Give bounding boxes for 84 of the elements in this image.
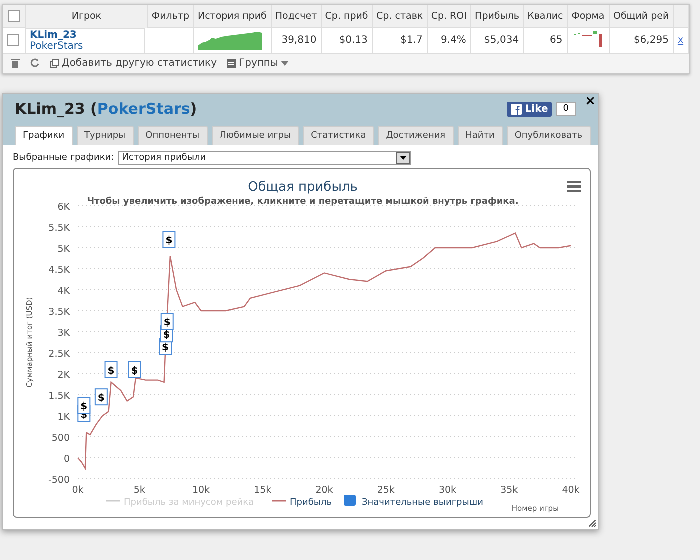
y-tick-label: 4K bbox=[58, 286, 70, 297]
legend-item[interactable]: Значительные выигрыши bbox=[344, 495, 484, 508]
legend-item[interactable]: Прибыль bbox=[272, 498, 332, 508]
chart-select-label: Выбранные графики: bbox=[13, 153, 114, 163]
column-header[interactable]: Ср. ROI bbox=[427, 5, 471, 28]
big-win-flag[interactable]: $ bbox=[104, 361, 118, 378]
annotation: $ bbox=[98, 393, 105, 404]
sparkline-drawing bbox=[198, 30, 262, 50]
legend-label: Прибыль bbox=[290, 498, 332, 508]
groups-button[interactable]: Группы bbox=[227, 58, 290, 68]
big-win-flag[interactable]: $ bbox=[160, 313, 174, 330]
big-win-flag[interactable]: $ bbox=[78, 397, 91, 414]
x-tick-label: 40k bbox=[562, 485, 580, 496]
annotation: $ bbox=[162, 342, 170, 354]
add-stat-button[interactable]: Добавить другую статистику bbox=[50, 58, 218, 68]
annotation: $ bbox=[164, 318, 171, 328]
x-tick-label: 5k bbox=[134, 485, 146, 496]
like-button[interactable]: Like bbox=[507, 102, 552, 116]
tab[interactable]: Опубликовать bbox=[506, 126, 591, 145]
column-header[interactable]: Общий рей bbox=[609, 5, 674, 28]
column-header[interactable]: Ср. приб bbox=[321, 5, 372, 28]
column-header[interactable]: Форма bbox=[567, 5, 610, 28]
column-header[interactable]: Подсчет bbox=[271, 5, 322, 28]
x-tick-label: 0k bbox=[72, 485, 84, 496]
tab[interactable]: Найти bbox=[458, 126, 503, 145]
y-tick-label: 500 bbox=[52, 433, 70, 444]
list-icon bbox=[227, 58, 236, 68]
column-header[interactable]: История приб bbox=[194, 5, 272, 28]
chart-title: Общая прибыль bbox=[248, 180, 358, 195]
y-tick-label: 2K bbox=[58, 370, 70, 381]
row-checkbox[interactable] bbox=[7, 34, 19, 46]
facebook-icon bbox=[511, 104, 522, 114]
remove-link[interactable]: x bbox=[678, 34, 684, 46]
y-tick-label: 1K bbox=[58, 412, 70, 423]
y-tick-label: 1.5K bbox=[48, 391, 70, 402]
chart-select[interactable]: История прибыли bbox=[118, 151, 412, 165]
column-header[interactable]: Ср. ставк bbox=[372, 5, 428, 28]
caret-icon bbox=[281, 60, 290, 66]
copy-icon bbox=[50, 58, 59, 68]
column-header[interactable]: Фильтр bbox=[148, 5, 194, 28]
y-tick-label: 5.5K bbox=[48, 223, 70, 234]
tab[interactable]: Достижения bbox=[378, 126, 454, 145]
y-tick-label: 0 bbox=[64, 454, 70, 465]
y-tick-label: 3K bbox=[58, 328, 70, 339]
form-drawing bbox=[572, 28, 604, 49]
column-header[interactable]: Квалис bbox=[524, 5, 568, 28]
like-count: 0 bbox=[556, 102, 576, 116]
x-tick-label: 10k bbox=[192, 485, 210, 496]
y-tick-label: 5K bbox=[58, 244, 70, 255]
x-tick-label: 15k bbox=[254, 485, 272, 496]
annotation: $ bbox=[131, 366, 138, 377]
x-tick-label: 20k bbox=[316, 485, 334, 496]
y-tick-label: 2.5K bbox=[48, 349, 70, 360]
x-tick-label: 25k bbox=[377, 485, 395, 496]
tab[interactable]: Графики bbox=[15, 126, 73, 145]
close-button[interactable]: × bbox=[585, 94, 596, 109]
refresh-icon[interactable] bbox=[30, 58, 40, 68]
y-tick-label: 4.5K bbox=[48, 265, 70, 276]
player-link[interactable]: KLim_23 bbox=[30, 30, 140, 40]
trash-icon[interactable] bbox=[11, 58, 20, 68]
caret-icon bbox=[400, 156, 407, 160]
annotation: $ bbox=[166, 236, 173, 247]
tab[interactable]: Оппоненты bbox=[138, 126, 208, 145]
big-win-flag[interactable]: $ bbox=[94, 388, 108, 406]
tab[interactable]: Турниры bbox=[76, 126, 134, 145]
y-tick-label: 3.5K bbox=[48, 307, 70, 318]
annotation: $ bbox=[80, 402, 88, 412]
column-header[interactable]: Игрок bbox=[26, 5, 148, 28]
site-link[interactable]: PokerStars bbox=[30, 40, 140, 52]
menu-icon[interactable] bbox=[567, 181, 581, 192]
column-header[interactable]: Прибыль bbox=[470, 5, 524, 28]
tab[interactable]: Статистика bbox=[303, 126, 374, 145]
y-tick-label: 6K bbox=[58, 202, 70, 213]
select-all-checkbox[interactable] bbox=[8, 10, 20, 22]
x-tick-label: 30k bbox=[438, 485, 457, 496]
tab[interactable]: Любимые игры bbox=[212, 126, 300, 145]
annotation: $ bbox=[108, 366, 115, 377]
resize-grip-icon[interactable] bbox=[589, 520, 596, 527]
x-tick-label: 35k bbox=[500, 485, 518, 496]
y-tick-label: -500 bbox=[48, 475, 70, 486]
chart-subtitle: Чтобы увеличить изображение, кликните и перетащите мышкой внутрь графика. bbox=[87, 197, 519, 207]
dialog-title: KLim_23 (PokerStars) bbox=[15, 100, 198, 118]
big-win-flag[interactable]: $ bbox=[162, 231, 176, 248]
big-win-flag[interactable]: $ bbox=[128, 361, 142, 378]
